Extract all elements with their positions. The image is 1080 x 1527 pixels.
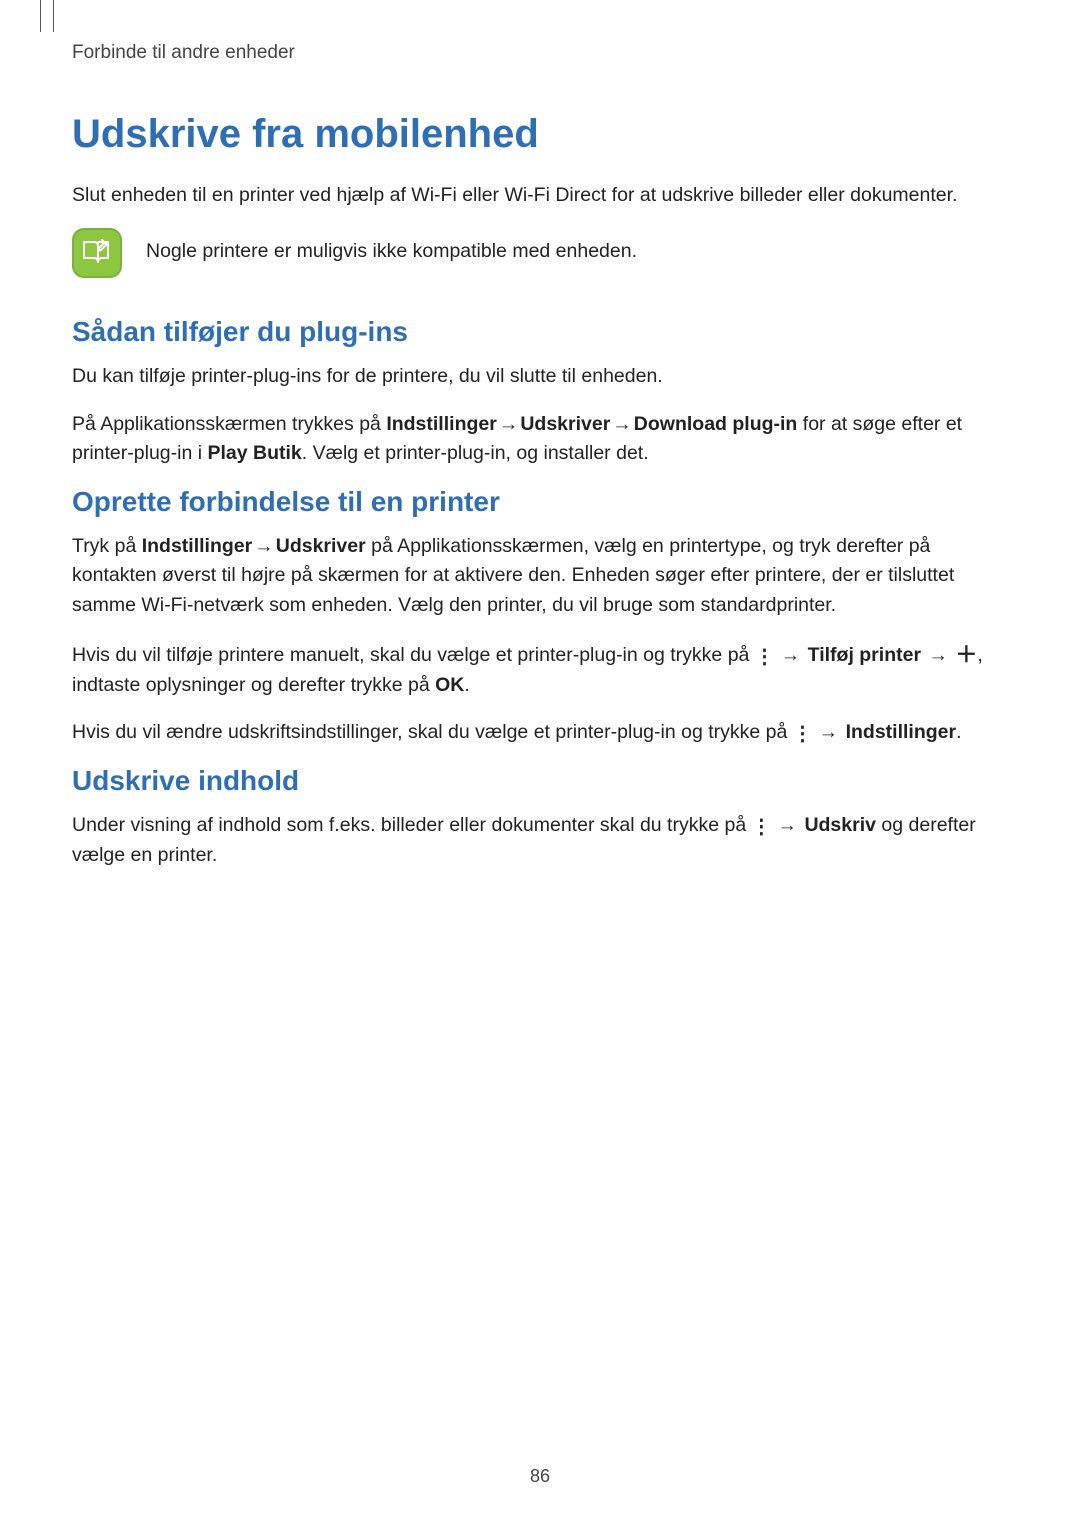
section3-p1: Under visning af indhold som f.eks. bill… xyxy=(72,811,1008,870)
page-content: Forbinde til andre enheder Udskrive fra … xyxy=(0,0,1080,870)
label-download-plugin: Download plug-in xyxy=(634,413,798,435)
section-heading-connect: Oprette forbindelse til en printer xyxy=(72,486,1008,518)
section1-p2: På Applikationsskærmen trykkes på Indsti… xyxy=(72,410,1008,469)
text: Hvis du vil ændre udskriftsindstillinger… xyxy=(72,721,793,743)
section2-p1: Tryk på Indstillinger → Udskriver på App… xyxy=(72,532,1008,620)
page-tab-mark xyxy=(40,0,54,32)
label-indstillinger: Indstillinger xyxy=(386,413,497,435)
section2-p2: Hvis du vil tilføje printere manuelt, sk… xyxy=(72,638,1008,700)
text: . xyxy=(956,721,961,743)
arrow-icon: → xyxy=(252,532,276,561)
section2-p3: Hvis du vil ændre udskriftsindstillinger… xyxy=(72,718,1008,747)
arrow-icon: → xyxy=(497,410,521,439)
text: På Applikationsskærmen trykkes på xyxy=(72,413,386,435)
label-tilfoej-printer: Tilføj printer xyxy=(808,644,921,666)
page-title: Udskrive fra mobilenhed xyxy=(72,112,1008,157)
label-indstillinger: Indstillinger xyxy=(846,721,957,743)
more-icon: ⋮ xyxy=(793,725,812,745)
note-callout: Nogle printere er muligvis ikke kompatib… xyxy=(72,228,1008,278)
note-text: Nogle printere er muligvis ikke kompatib… xyxy=(146,228,637,274)
text: Under visning af indhold som f.eks. bill… xyxy=(72,814,752,836)
label-ok: OK xyxy=(435,674,464,696)
plus-icon: ＋ xyxy=(955,638,977,671)
arrow-icon: → xyxy=(926,641,950,670)
arrow-icon: → xyxy=(610,410,634,439)
label-indstillinger: Indstillinger xyxy=(142,535,253,557)
text: Tryk på xyxy=(72,535,142,557)
label-udskriv: Udskriv xyxy=(804,814,876,836)
label-udskriver: Udskriver xyxy=(520,413,610,435)
section-heading-plugins: Sådan tilføjer du plug-ins xyxy=(72,316,1008,348)
text: Hvis du vil tilføje printere manuelt, sk… xyxy=(72,644,755,666)
intro-paragraph: Slut enheden til en printer ved hjælp af… xyxy=(72,181,1008,210)
running-header: Forbinde til andre enheder xyxy=(72,42,1008,64)
arrow-icon: → xyxy=(817,718,841,747)
page-number: 86 xyxy=(0,1466,1080,1487)
text: . Vælg et printer-plug-in, og installer … xyxy=(302,442,649,464)
label-play-butik: Play Butik xyxy=(207,442,301,464)
label-udskriver: Udskriver xyxy=(276,535,366,557)
more-icon: ⋮ xyxy=(755,648,774,668)
section-heading-print-content: Udskrive indhold xyxy=(72,765,1008,797)
more-icon: ⋮ xyxy=(752,818,771,838)
note-icon xyxy=(72,228,122,278)
section1-p1: Du kan tilføje printer-plug-ins for de p… xyxy=(72,362,1008,391)
arrow-icon: → xyxy=(776,811,800,840)
text: . xyxy=(464,674,469,696)
arrow-icon: → xyxy=(779,641,803,670)
